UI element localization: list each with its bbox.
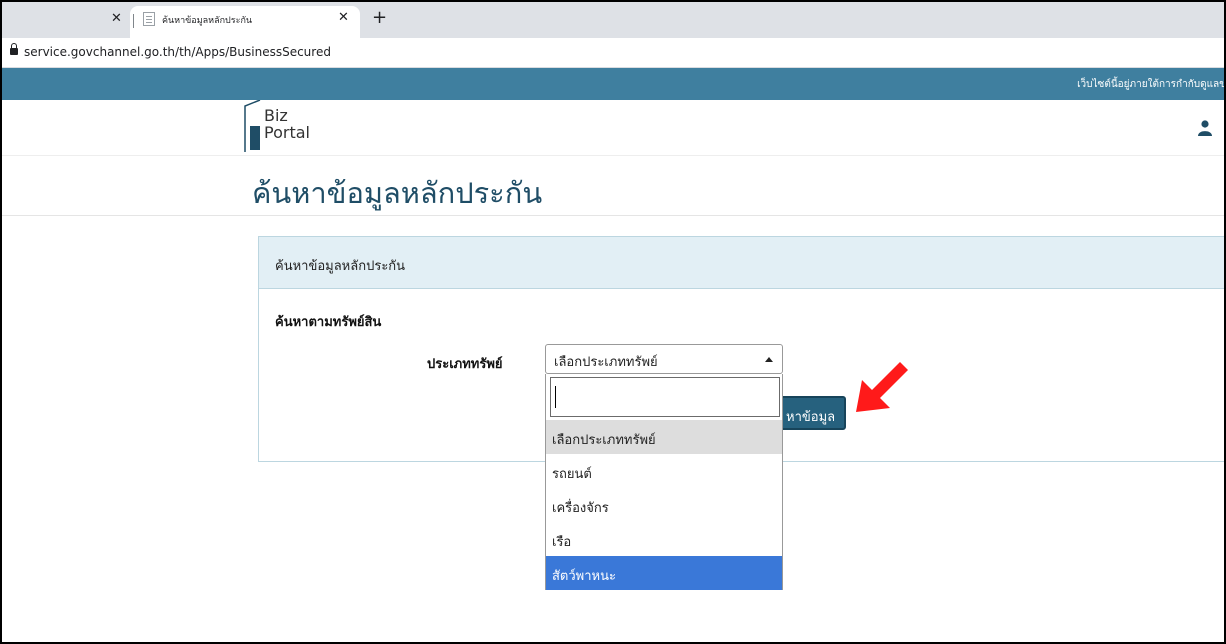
new-tab-icon[interactable]: + [372,8,387,28]
close-tab-icon[interactable]: ✕ [338,11,349,25]
tab-title: ค้นหาข้อมูลหลักประกัน [162,16,253,26]
section-label: ค้นหาตามทรัพย์สิน [275,315,382,330]
tab-separator [133,14,134,28]
select-current-value: เลือกประเภททรัพย์ [554,355,658,370]
url-text[interactable]: service.govchannel.go.th/th/Apps/Busines… [24,45,331,59]
lock-icon[interactable] [10,43,18,55]
biz-portal-logo[interactable]: Biz Portal [242,100,352,154]
option-boat[interactable]: เรือ [546,522,782,556]
panel-heading: ค้นหาข้อมูลหลักประกัน [259,237,1224,289]
asset-type-dropdown: เลือกประเภททรัพย์ รถยนต์ เครื่องจักร เรื… [545,374,783,590]
red-arrow-shape [856,362,908,412]
site-banner: เว็บไซต์นี้อยู่ภายใต้การกำกับดูแลข [2,68,1226,100]
red-arrow-annotation-icon [856,362,908,412]
address-bar[interactable]: service.govchannel.go.th/th/Apps/Busines… [2,38,1224,68]
caret-up-icon [765,357,773,362]
logo-text-portal: Portal [264,123,310,142]
panel-heading-text: ค้นหาข้อมูลหลักประกัน [275,259,406,274]
logo-text-biz: Biz [264,106,288,125]
browser-tab-strip: ✕ ค้นหาข้อมูลหลักประกัน ✕ + [2,2,1224,38]
page-title: ค้นหาข้อมูลหลักประกัน [252,176,543,210]
asset-type-label: ประเภททรัพย์ [427,357,503,372]
door-logo-icon [244,100,261,152]
option-machinery[interactable]: เครื่องจักร [546,488,782,522]
title-band: ค้นหาข้อมูลหลักประกัน [2,156,1224,216]
dropdown-search-input[interactable] [550,377,780,417]
banner-text: เว็บไซต์นี้อยู่ภายใต้การกำกับดูแลข [1077,79,1226,90]
user-icon[interactable] [1198,120,1212,136]
site-header: Biz Portal [2,100,1224,156]
option-choose-asset-type[interactable]: เลือกประเภททรัพย์ [546,420,782,454]
option-draft-animal[interactable]: สัตว์พาหนะ [546,556,782,590]
asset-type-select[interactable]: เลือกประเภททรัพย์ [545,344,783,374]
option-car[interactable]: รถยนต์ [546,454,782,488]
text-cursor [555,386,556,408]
close-previous-tab-icon[interactable]: ✕ [111,12,122,26]
page-favicon-icon [143,12,155,26]
